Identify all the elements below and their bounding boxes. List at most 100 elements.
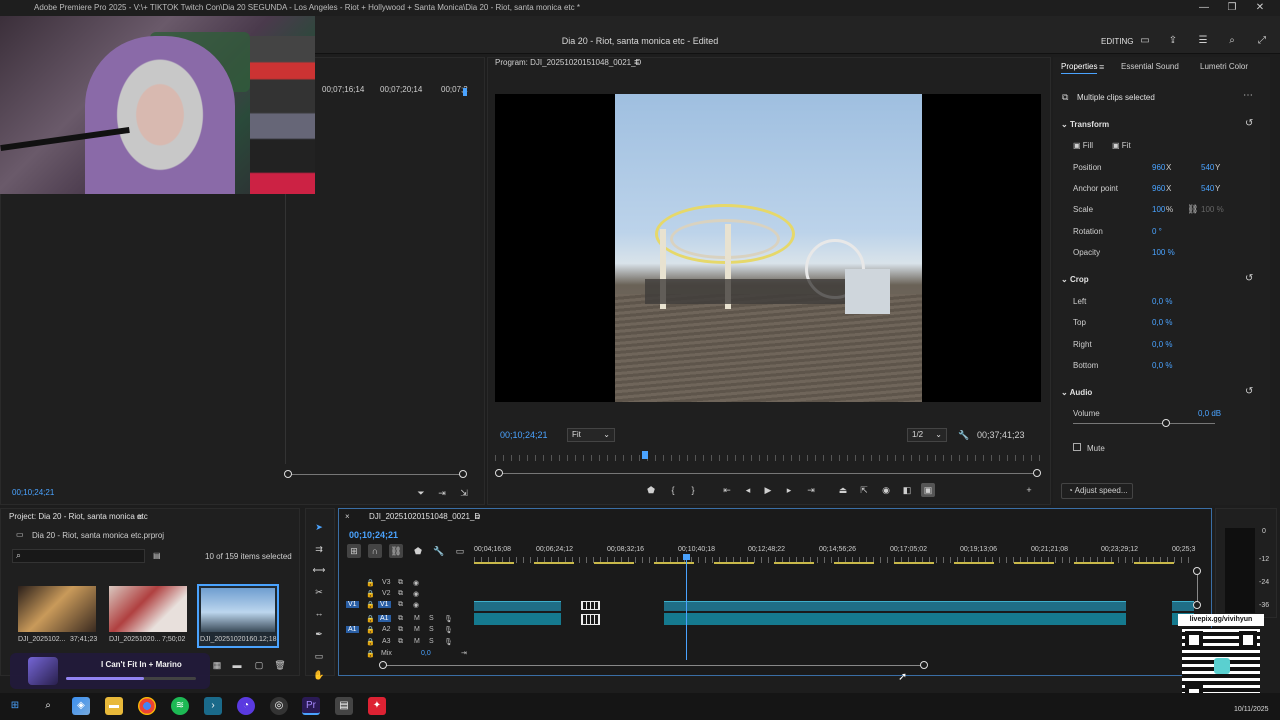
sync-lock-icon[interactable]: ⧉: [398, 579, 403, 587]
fit-button[interactable]: ▣ Fit: [1112, 141, 1131, 150]
track-a1-label[interactable]: A1: [378, 615, 391, 622]
eye-icon[interactable]: ◉: [413, 590, 419, 598]
add-button-icon[interactable]: +: [1022, 483, 1036, 497]
timeline-playhead[interactable]: [686, 555, 687, 660]
program-zoom-right-handle[interactable]: [1033, 469, 1041, 477]
fill-button[interactable]: ▣ Fill: [1073, 141, 1093, 150]
project-menu-icon[interactable]: ≡: [137, 512, 142, 522]
source-patch-a1[interactable]: A1: [346, 626, 359, 633]
tab-properties[interactable]: Properties: [1061, 62, 1098, 74]
project-thumb-1[interactable]: [18, 586, 96, 632]
program-current-timecode[interactable]: 00;10;24;21: [500, 430, 548, 440]
solo-track-a1[interactable]: S: [429, 615, 434, 622]
source-playhead[interactable]: [463, 88, 467, 96]
track-v1-label[interactable]: V1: [378, 601, 391, 608]
lift-icon[interactable]: ⏏: [836, 483, 850, 497]
volume-slider-track[interactable]: [1073, 423, 1215, 424]
close-button[interactable]: ✕: [1246, 0, 1274, 16]
go-to-in-icon[interactable]: ⇤: [720, 483, 734, 497]
source-patch-v1[interactable]: V1: [346, 601, 359, 608]
sync-lock-icon[interactable]: ⧉: [398, 590, 403, 598]
linked-selection-icon[interactable]: ⛓: [389, 544, 403, 558]
audio-clip[interactable]: [474, 613, 561, 625]
sequence-tab[interactable]: DJI_20251020151048_0021_D: [369, 512, 480, 521]
volume-slider-handle[interactable]: [1162, 419, 1170, 427]
mark-out-icon[interactable]: }: [686, 483, 700, 497]
lock-icon[interactable]: 🔒: [366, 626, 375, 634]
opacity-value[interactable]: 100 %: [1152, 248, 1175, 257]
mix-value[interactable]: 0,0: [421, 650, 431, 657]
sync-lock-icon[interactable]: ⧉: [398, 615, 403, 623]
timeline-horizontal-scrollbar[interactable]: [384, 665, 924, 666]
sync-lock-icon[interactable]: ⧉: [398, 626, 403, 634]
marker-icon[interactable]: ⬟: [644, 483, 658, 497]
filter-icon[interactable]: ⏷: [414, 486, 428, 500]
video-clip[interactable]: [1172, 601, 1194, 611]
track-v3-label[interactable]: V3: [382, 579, 391, 586]
windows-start-icon[interactable]: ⊞: [6, 697, 24, 715]
step-forward-icon[interactable]: ▸: [782, 483, 796, 497]
timeline-current-timecode[interactable]: 00;10;24;21: [349, 530, 398, 540]
small-video-clips[interactable]: [581, 601, 600, 610]
microphone-icon[interactable]: 🎙: [444, 638, 453, 646]
v-scroll-top-handle[interactable]: [1193, 567, 1201, 575]
safe-margins-icon[interactable]: ▣: [921, 483, 935, 497]
file-explorer-icon[interactable]: ▬: [105, 697, 123, 715]
program-zoom-left-handle[interactable]: [495, 469, 503, 477]
share-icon[interactable]: ⇪: [1166, 35, 1180, 47]
captions-icon[interactable]: ▭: [453, 544, 467, 558]
terminal-icon[interactable]: ›: [204, 697, 222, 715]
spotify-icon[interactable]: ≋: [171, 697, 189, 715]
crop-left-value[interactable]: 0,0 %: [1152, 297, 1172, 306]
new-bin-icon[interactable]: ▬: [230, 658, 244, 672]
go-to-end-icon[interactable]: ⇥: [461, 649, 467, 657]
sync-lock-icon[interactable]: ⧉: [398, 601, 403, 609]
search-icon[interactable]: ⌕: [1225, 35, 1239, 47]
program-menu-icon[interactable]: ≡: [634, 57, 639, 67]
workspace-label[interactable]: EDITING: [1101, 37, 1133, 46]
razor-tool-icon[interactable]: ✂: [312, 585, 326, 599]
video-clip[interactable]: [664, 601, 1126, 611]
snap-icon[interactable]: ∩: [368, 544, 382, 558]
selection-tool-icon[interactable]: ➤: [312, 520, 326, 534]
eye-icon[interactable]: ◉: [413, 579, 419, 587]
program-monitor-label[interactable]: Program: DJI_20251020151048_0021_D: [495, 58, 641, 67]
chrome-icon[interactable]: [138, 697, 156, 715]
trash-icon[interactable]: 🗑: [273, 658, 287, 672]
pen-tool-icon[interactable]: ✒: [312, 627, 326, 641]
lock-icon[interactable]: 🔒: [366, 601, 375, 609]
anchor-x-value[interactable]: 960: [1152, 184, 1165, 193]
go-to-out-icon[interactable]: ⇥: [804, 483, 818, 497]
timeline-settings-icon[interactable]: 🔧: [432, 544, 446, 558]
reset-transform-icon[interactable]: ↺: [1245, 118, 1253, 129]
nest-icon[interactable]: ⊞: [347, 544, 361, 558]
crop-bottom-value[interactable]: 0,0 %: [1152, 361, 1172, 370]
lock-icon[interactable]: 🔒: [366, 650, 375, 658]
program-ruler[interactable]: [495, 455, 1041, 461]
lock-icon[interactable]: 🔒: [366, 615, 375, 623]
track-select-tool-icon[interactable]: ⇉: [312, 542, 326, 556]
volume-value[interactable]: 0,0 dB: [1198, 409, 1221, 418]
step-back-icon[interactable]: ◂: [741, 483, 755, 497]
comparison-view-icon[interactable]: ◧: [900, 483, 914, 497]
playhead-handle[interactable]: [683, 554, 690, 560]
lock-icon[interactable]: 🔒: [366, 638, 375, 646]
source-current-timecode[interactable]: 00;10;24;21: [12, 488, 54, 497]
fit-dropdown[interactable]: Fit ⌄: [567, 428, 615, 442]
small-audio-clips[interactable]: [581, 614, 600, 625]
fullscreen-icon[interactable]: ⤢: [1255, 35, 1269, 47]
add-marker-icon[interactable]: ⬟: [411, 544, 425, 558]
play-icon[interactable]: ▶: [761, 483, 775, 497]
transform-section[interactable]: ⌄ Transform: [1061, 120, 1109, 129]
timeline-scroll-left-handle[interactable]: [379, 661, 387, 669]
scale-value[interactable]: 100: [1152, 205, 1165, 214]
source-scroll-left-handle[interactable]: [284, 470, 292, 478]
freeform-view-icon[interactable]: ▦: [210, 658, 224, 672]
microphone-icon[interactable]: 🎙: [444, 615, 453, 623]
program-playhead[interactable]: [642, 451, 648, 459]
anchor-y-value[interactable]: 540: [1201, 184, 1214, 193]
track-a3-label[interactable]: A3: [382, 638, 391, 645]
project-search-input[interactable]: [12, 549, 145, 563]
adjust-speed-button[interactable]: ◔ Adjust speed...: [1061, 483, 1133, 499]
hand-tool-icon[interactable]: ✋: [312, 668, 326, 682]
